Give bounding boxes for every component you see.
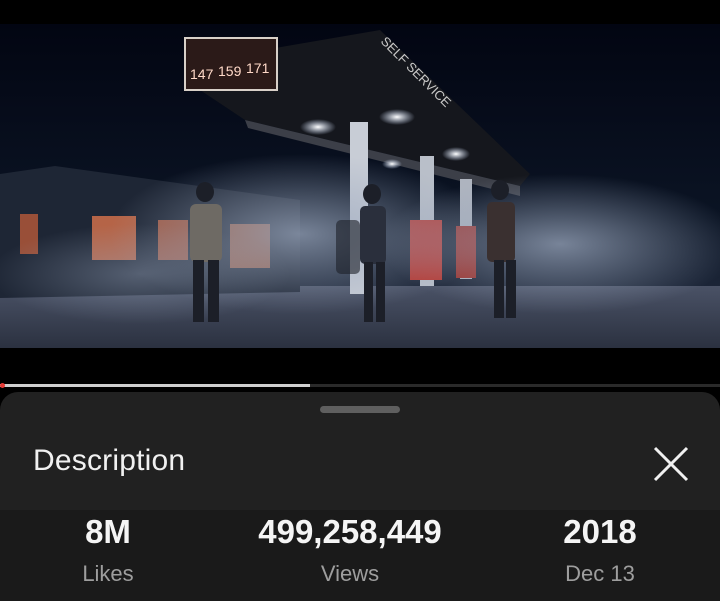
progress-scrubber[interactable] bbox=[0, 383, 5, 388]
views-label: Views bbox=[320, 561, 380, 586]
stats-row: 8M Likes 499,258,449 Views 2018 Dec 13 bbox=[0, 510, 720, 601]
close-button[interactable] bbox=[648, 441, 694, 487]
video-frame: 147 159 171 SELF SERVICE bbox=[0, 24, 720, 348]
progress-played bbox=[0, 384, 310, 387]
upload-date: Dec 13 bbox=[565, 561, 635, 586]
likes-label: Likes bbox=[82, 561, 134, 586]
video-player[interactable]: 147 159 171 SELF SERVICE bbox=[0, 24, 720, 348]
views-stat: 499,258,449 Views bbox=[230, 510, 470, 587]
drag-handle[interactable] bbox=[320, 406, 400, 413]
progress-bar[interactable] bbox=[0, 383, 720, 388]
screen: 147 159 171 SELF SERVICE Description 8M … bbox=[0, 0, 720, 601]
description-title: Description bbox=[33, 444, 186, 477]
upload-year: 2018 bbox=[563, 513, 637, 550]
sign-number-3: 171 bbox=[246, 60, 270, 76]
likes-count: 8M bbox=[85, 513, 131, 550]
date-stat: 2018 Dec 13 bbox=[540, 510, 660, 587]
sign-number-2: 159 bbox=[218, 63, 242, 79]
views-count: 499,258,449 bbox=[258, 513, 442, 550]
likes-stat: 8M Likes bbox=[48, 510, 168, 587]
sign-number-1: 147 bbox=[190, 66, 214, 82]
close-icon bbox=[653, 446, 689, 482]
